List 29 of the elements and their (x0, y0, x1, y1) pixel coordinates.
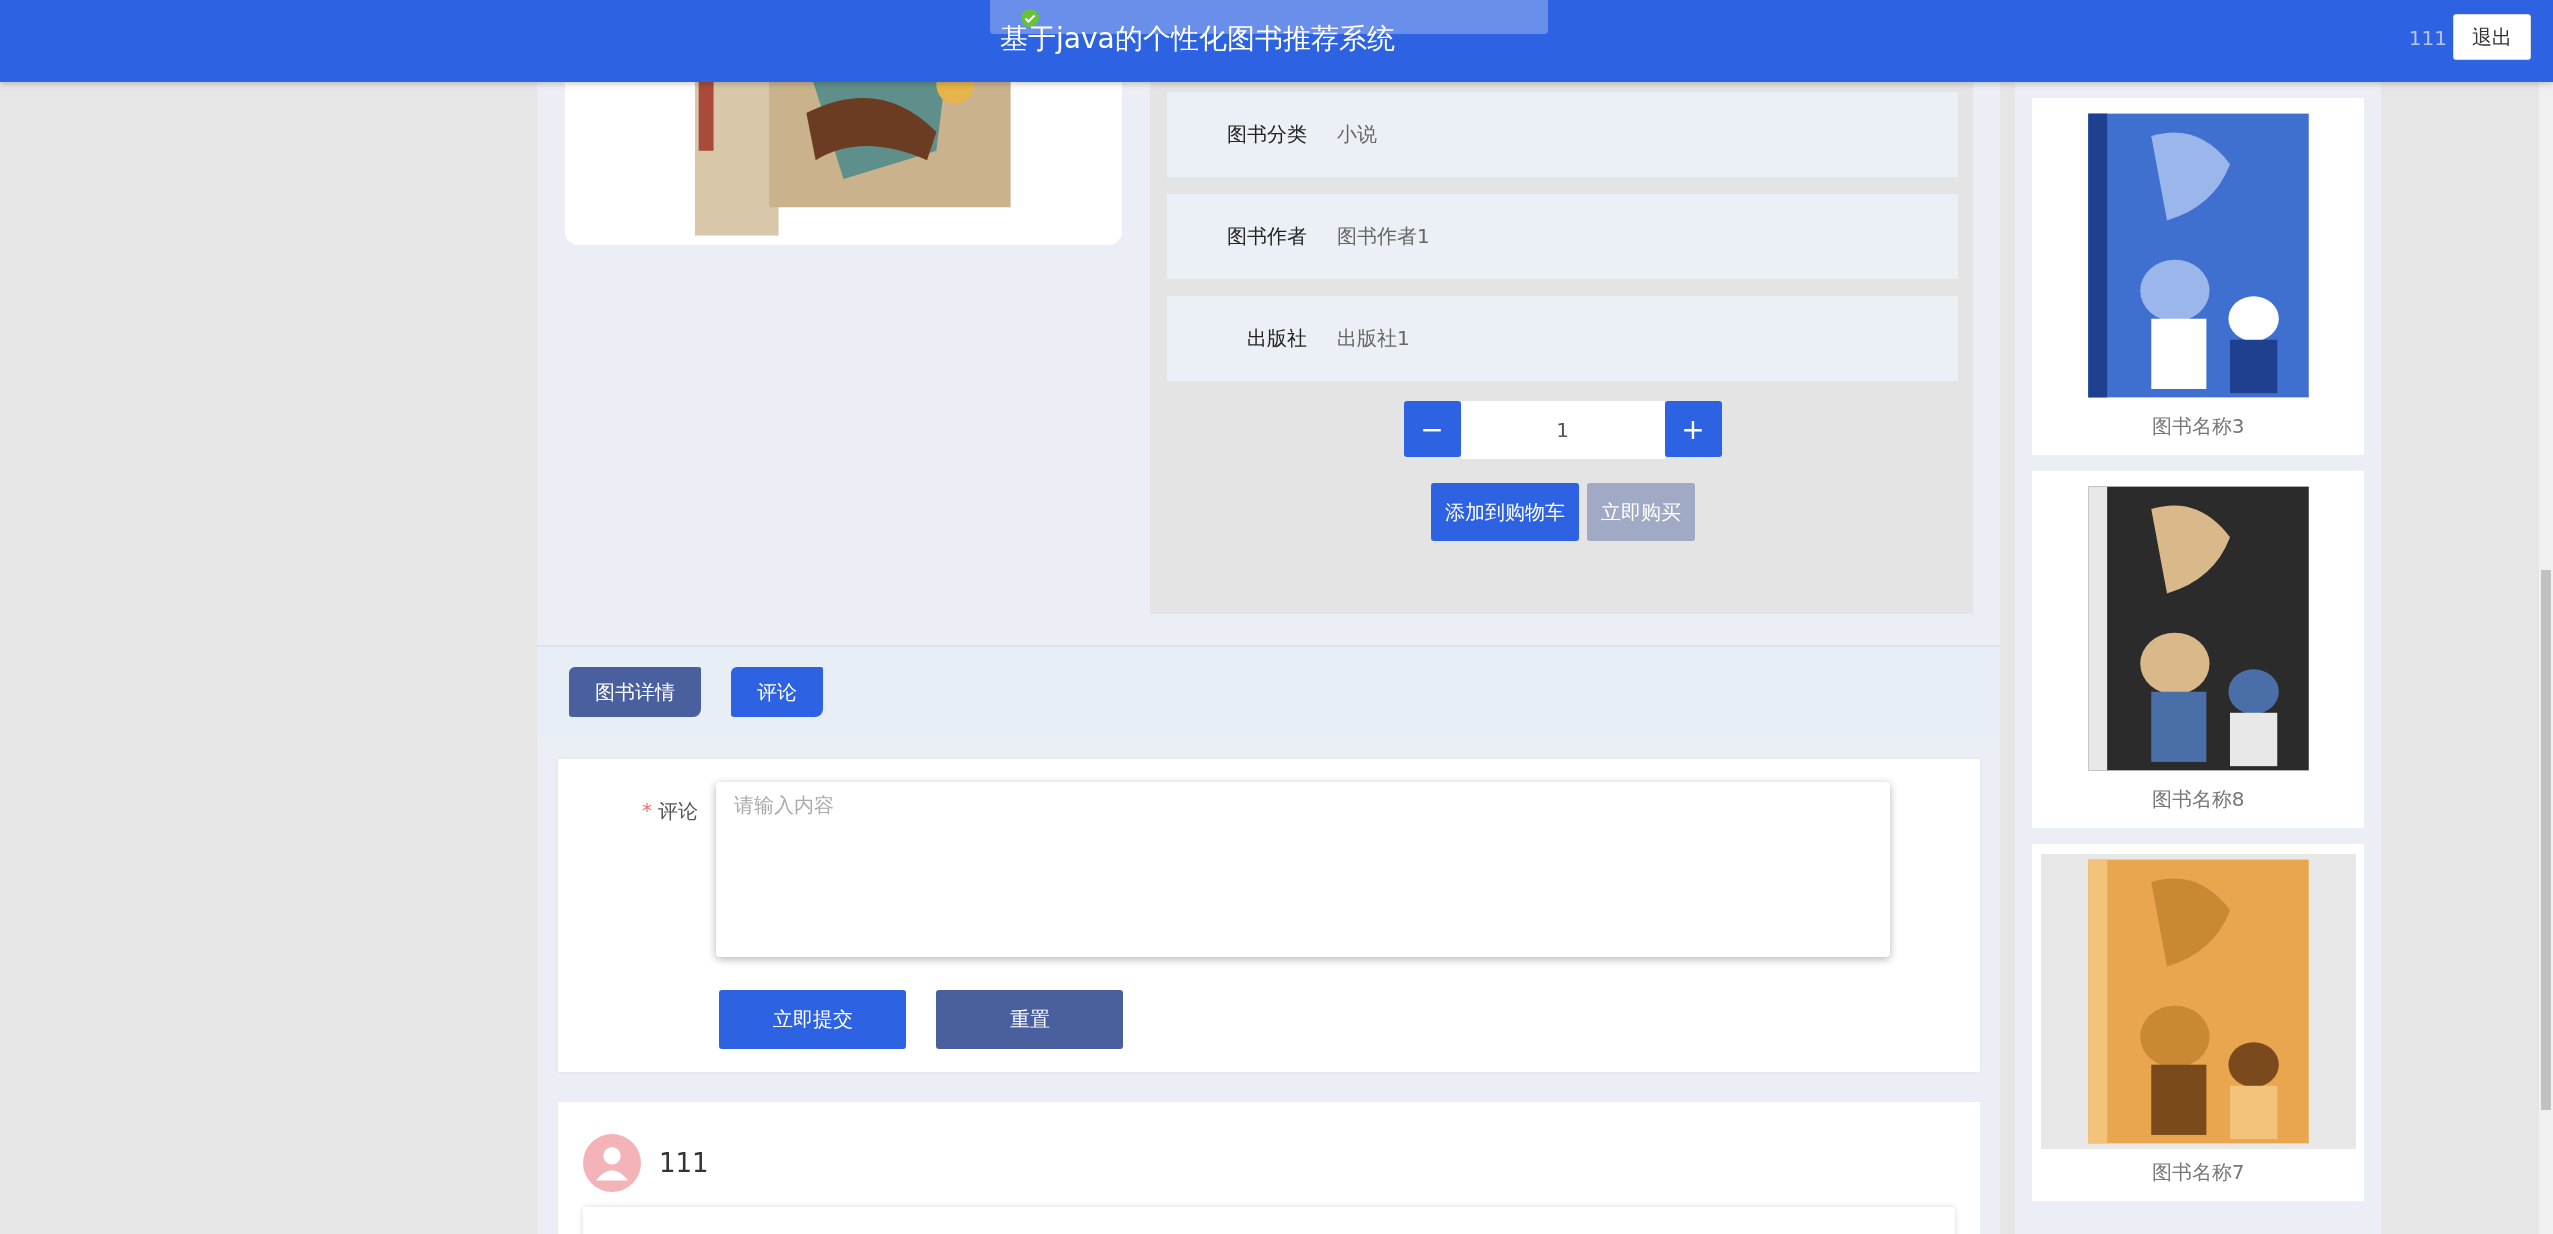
avatar-icon (583, 1134, 641, 1192)
increase-button[interactable]: + (1664, 401, 1722, 457)
field-label: 评论 (658, 798, 698, 825)
action-button[interactable]: 添加到购物车 (1430, 483, 1579, 541)
book-card[interactable]: 图书名称8 (2032, 471, 2364, 828)
reset-button[interactable]: 重置 (936, 990, 1123, 1049)
required-mark: * (642, 798, 652, 824)
book-title: 图书名称7 (2151, 1159, 2245, 1186)
submit-button[interactable]: 立即提交 (719, 990, 906, 1049)
user-name: 111 (2408, 26, 2447, 50)
book-title: 图书名称8 (2151, 786, 2245, 813)
logout-button[interactable]: 退出 (2453, 14, 2531, 60)
tab[interactable]: 评论 (731, 667, 823, 717)
comment-user: 111 (659, 1148, 709, 1178)
field-label: 图书分类 (1226, 121, 1307, 148)
comment-input[interactable]: 请输入内容 (716, 782, 1890, 957)
book-title: 图书名称3 (2151, 413, 2245, 440)
field-label: 出版社 (1246, 325, 1307, 352)
book-card[interactable]: 图书名称3 (2032, 98, 2364, 455)
app-title: 基于java的个性化图书推荐系统 (1000, 21, 1395, 57)
field-value: 图书作者1 (1337, 223, 1430, 250)
book-card[interactable]: 图书名称7 (2032, 844, 2364, 1201)
scrollbar-thumb[interactable] (2541, 570, 2551, 1110)
field-label: 图书作者 (1226, 223, 1307, 250)
quantity-field[interactable]: 1 (1460, 401, 1665, 459)
field-value: 小说 (1337, 121, 1377, 148)
tab[interactable]: 图书详情 (569, 667, 701, 717)
field-value: 出版社1 (1337, 325, 1410, 352)
decrease-button[interactable]: − (1403, 401, 1461, 457)
